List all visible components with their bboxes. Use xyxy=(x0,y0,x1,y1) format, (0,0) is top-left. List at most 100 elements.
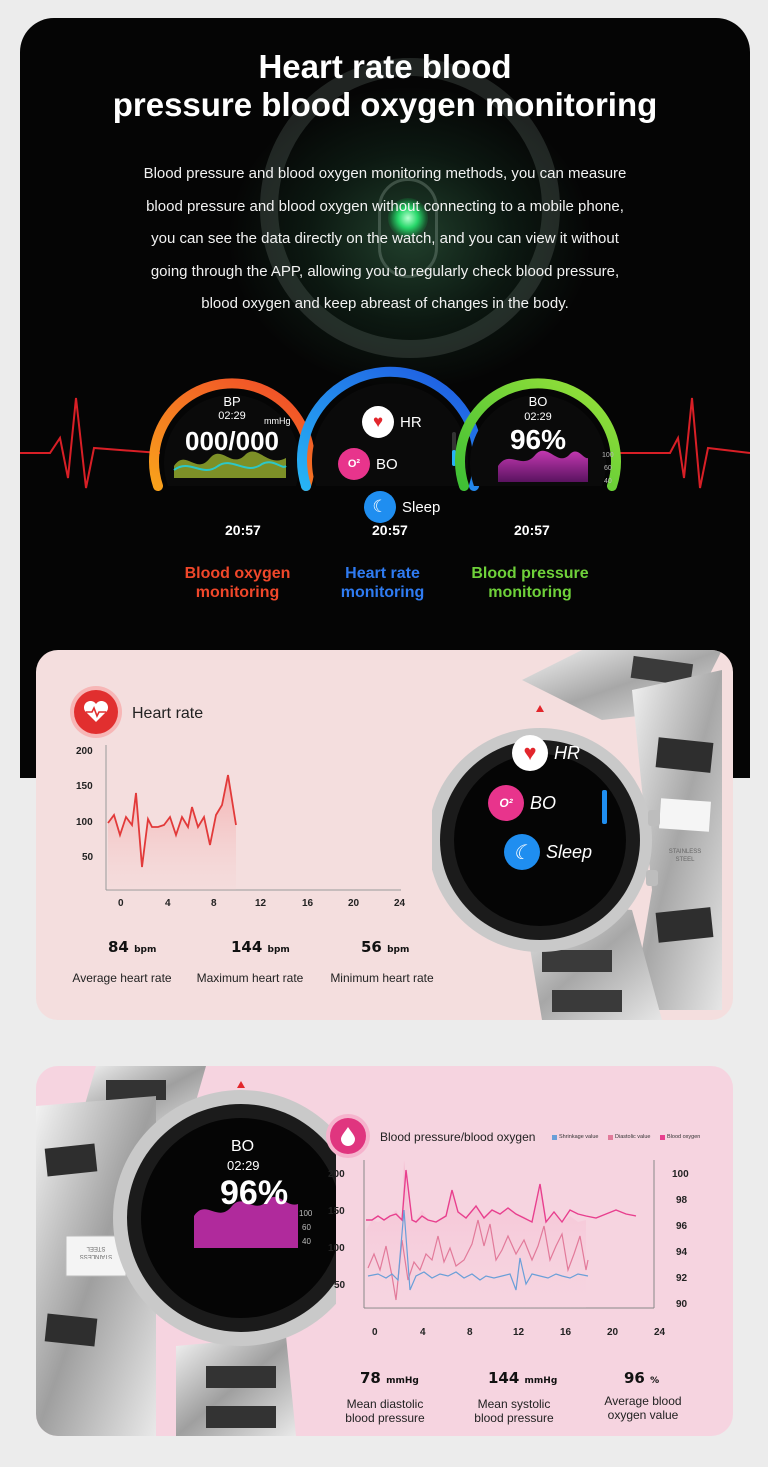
stat-number: 96 xyxy=(624,1369,645,1387)
y-left-tick: 200 xyxy=(328,1169,345,1180)
hero-title: Heart rate blood pressure blood oxygen m… xyxy=(20,48,750,124)
legend-oxygen: Blood oxygen xyxy=(660,1134,700,1140)
y-right-tick: 96 xyxy=(676,1221,688,1232)
y-tick: 200 xyxy=(76,746,93,757)
desc-line: going through the APP, allowing you to r… xyxy=(150,262,620,280)
heart-rate-title: Heart rate xyxy=(132,705,204,722)
caption-line: monitoring xyxy=(195,584,280,601)
x-tick: 8 xyxy=(211,898,217,909)
y-left-tick: 50 xyxy=(334,1280,346,1291)
y-right-tick: 100 xyxy=(672,1169,689,1180)
stat-label-line: Mean systolic xyxy=(477,1397,551,1411)
watch-scale-100: 100 xyxy=(299,1209,313,1218)
hero-title-line1: Heart rate blood xyxy=(258,48,512,85)
bp-unit: mmHg xyxy=(264,416,291,426)
band-text: STAINLESS STEEL xyxy=(70,1244,122,1260)
mean-systolic-value: 144 mmHg xyxy=(488,1369,557,1387)
ecg-line-right xyxy=(620,397,750,489)
watch-bo-value: 96% xyxy=(220,1174,289,1212)
stat-unit: mmHg xyxy=(386,1376,419,1386)
watch-bo-time: 02:29 xyxy=(227,1158,260,1173)
max-hr-label: Maximum heart rate xyxy=(196,971,304,985)
y-right-tick: 94 xyxy=(676,1247,688,1258)
legend-diastolic: Diastolic value xyxy=(608,1134,650,1140)
stat-label-line: blood pressure xyxy=(345,1411,425,1425)
x-tick: 12 xyxy=(255,898,267,909)
watch-scale-40: 40 xyxy=(302,1237,311,1246)
watch-bo-label: BO xyxy=(231,1138,255,1155)
menu-sleep-label: Sleep xyxy=(402,498,441,516)
band-text-line: STEEL xyxy=(675,857,695,863)
watch-scale-60: 60 xyxy=(302,1223,311,1232)
bo-clock: 20:57 xyxy=(514,522,550,538)
stat-number: 56 xyxy=(361,938,382,956)
caption-line: Blood oxygen xyxy=(184,565,291,582)
min-hr-label: Minimum heart rate xyxy=(330,971,434,985)
legend-swatch xyxy=(660,1134,665,1140)
stat-label-line: Average blood xyxy=(604,1394,682,1408)
stat-number: 144 xyxy=(488,1369,520,1387)
moon-icon: ☾ xyxy=(504,834,540,870)
mean-systolic-label: Mean systolic blood pressure xyxy=(458,1397,570,1425)
smartwatch-image: ♥ HR O² BO ☾ Sleep STAINLESS STEEL xyxy=(432,650,733,1020)
menu-bo-item: O² BO xyxy=(338,448,398,480)
oxygen-icon: O² xyxy=(488,785,524,821)
avg-oxygen-value: 96 % xyxy=(624,1369,659,1387)
watch-sleep-label: Sleep xyxy=(546,841,593,862)
desc-line: you can see the data directly on the wat… xyxy=(151,230,619,247)
bo-scale-60: 60 xyxy=(604,465,612,472)
min-hr-value: 56 bpm xyxy=(361,938,409,956)
band-text-line: STAINLESS xyxy=(79,1253,113,1259)
avg-hr-label: Average heart rate xyxy=(72,971,172,985)
max-hr-value: 144 bpm xyxy=(231,938,290,956)
menu-hr-item: ♥ HR xyxy=(362,406,422,438)
hero-title-line2: pressure blood oxygen monitoring xyxy=(112,86,658,123)
y-left-tick: 150 xyxy=(328,1206,345,1217)
legend-label: Blood oxygen xyxy=(667,1134,701,1140)
y-right-tick: 90 xyxy=(676,1299,688,1310)
legend-label: Diastolic value xyxy=(615,1134,651,1140)
caption-line: Heart rate xyxy=(345,565,420,582)
stat-number: 78 xyxy=(360,1369,381,1387)
y-tick: 150 xyxy=(76,781,93,792)
heart-icon: ♥ xyxy=(362,406,394,438)
product-page: Heart rate blood pressure blood oxygen m… xyxy=(0,0,768,1467)
caption-blood-pressure: Blood pressure monitoring xyxy=(460,564,600,602)
blood-pressure-card: BO 02:29 96% 100 60 40 STAINLESS STEEL B… xyxy=(36,1066,733,1436)
menu-hr-label: HR xyxy=(400,413,422,431)
legend-label: Shrinkage value xyxy=(559,1134,599,1140)
menu-clock: 20:57 xyxy=(372,522,408,538)
x-tick: 0 xyxy=(372,1327,378,1338)
heart-rate-badge-icon xyxy=(74,690,118,734)
band-text-line: STEEL xyxy=(86,1245,106,1251)
x-tick: 8 xyxy=(467,1327,473,1338)
avg-oxygen-label: Average blood oxygen value xyxy=(588,1394,698,1422)
bp-bo-title: Blood pressure/blood oxygen xyxy=(380,1130,536,1144)
band-text: STAINLESS STEEL xyxy=(660,848,710,864)
x-tick: 20 xyxy=(607,1327,619,1338)
x-tick: 24 xyxy=(654,1327,666,1338)
stat-unit: bpm xyxy=(387,945,410,955)
y-tick: 100 xyxy=(76,817,93,828)
x-tick: 20 xyxy=(348,898,360,909)
bo-gauge: BO 02:29 96% 100 60 40 xyxy=(452,358,624,498)
bo-label: BO xyxy=(528,394,548,409)
mean-diastolic-value: 78 mmHg xyxy=(360,1369,419,1387)
ecg-line-left xyxy=(20,397,160,489)
caption-line: monitoring xyxy=(340,584,425,601)
stat-unit: bpm xyxy=(267,945,290,955)
bo-value: 96% xyxy=(509,424,567,455)
heart-icon: ♥ xyxy=(512,735,548,771)
y-right-tick: 98 xyxy=(676,1195,688,1206)
smartwatch-image: BO 02:29 96% 100 60 40 STAINLESS STEEL xyxy=(36,1066,336,1436)
desc-line: Blood pressure and blood oxygen monitori… xyxy=(143,165,627,182)
caption-line: Blood pressure xyxy=(471,565,589,582)
stat-number: 84 xyxy=(108,938,129,956)
oxygen-icon: O² xyxy=(338,448,370,480)
watch-hr-label: HR xyxy=(554,742,580,763)
legend-shrinkage: Shrinkage value xyxy=(552,1134,598,1140)
watch-bo-item: O² BO xyxy=(488,785,556,821)
x-tick: 12 xyxy=(513,1327,525,1338)
avg-hr-value: 84 bpm xyxy=(108,938,156,956)
bo-scale-100: 100 xyxy=(602,452,614,459)
